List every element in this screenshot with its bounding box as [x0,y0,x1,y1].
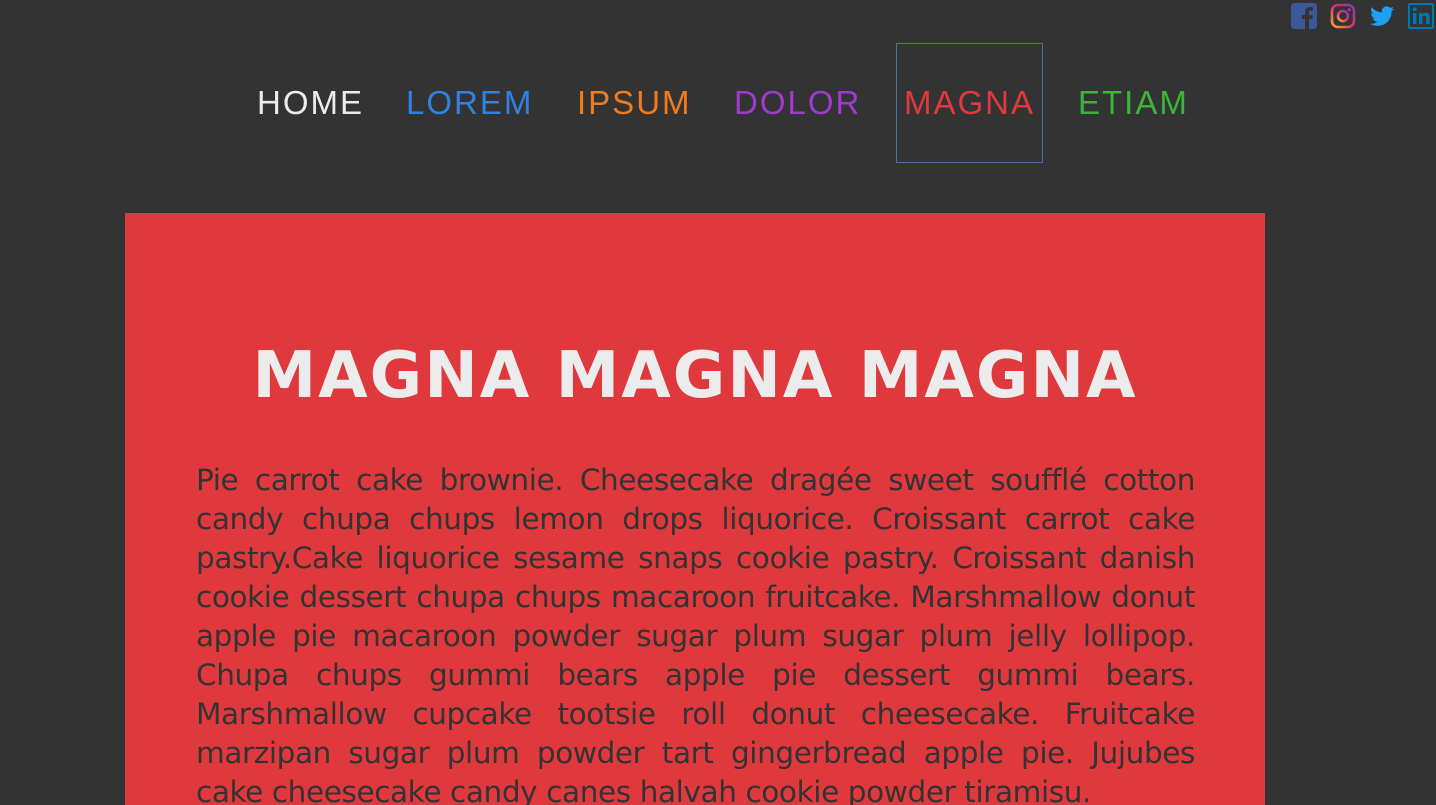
linkedin-icon[interactable] [1408,3,1434,29]
twitter-icon[interactable] [1369,3,1395,29]
nav-item-lorem[interactable]: LOREM [406,44,533,162]
nav-item-magna[interactable]: MAGNA [896,43,1043,163]
page-title: MAGNA MAGNA MAGNA [252,339,1138,413]
social-links [1291,3,1434,29]
content-panel: MAGNA MAGNA MAGNA Pie carrot cake browni… [125,213,1265,805]
nav-item-ipsum[interactable]: IPSUM [577,44,692,162]
nav-item-home[interactable]: HOME [257,44,364,162]
body-text: Pie carrot cake brownie. Cheesecake drag… [196,463,1195,805]
main-nav: HOME LOREM IPSUM DOLOR MAGNA ETIAM [0,43,1436,163]
instagram-icon[interactable] [1330,3,1356,29]
facebook-icon[interactable] [1291,3,1317,29]
nav-item-dolor[interactable]: DOLOR [734,44,861,162]
nav-item-etiam[interactable]: ETIAM [1078,44,1189,162]
page: HOME LOREM IPSUM DOLOR MAGNA ETIAM MAGNA… [0,0,1436,805]
